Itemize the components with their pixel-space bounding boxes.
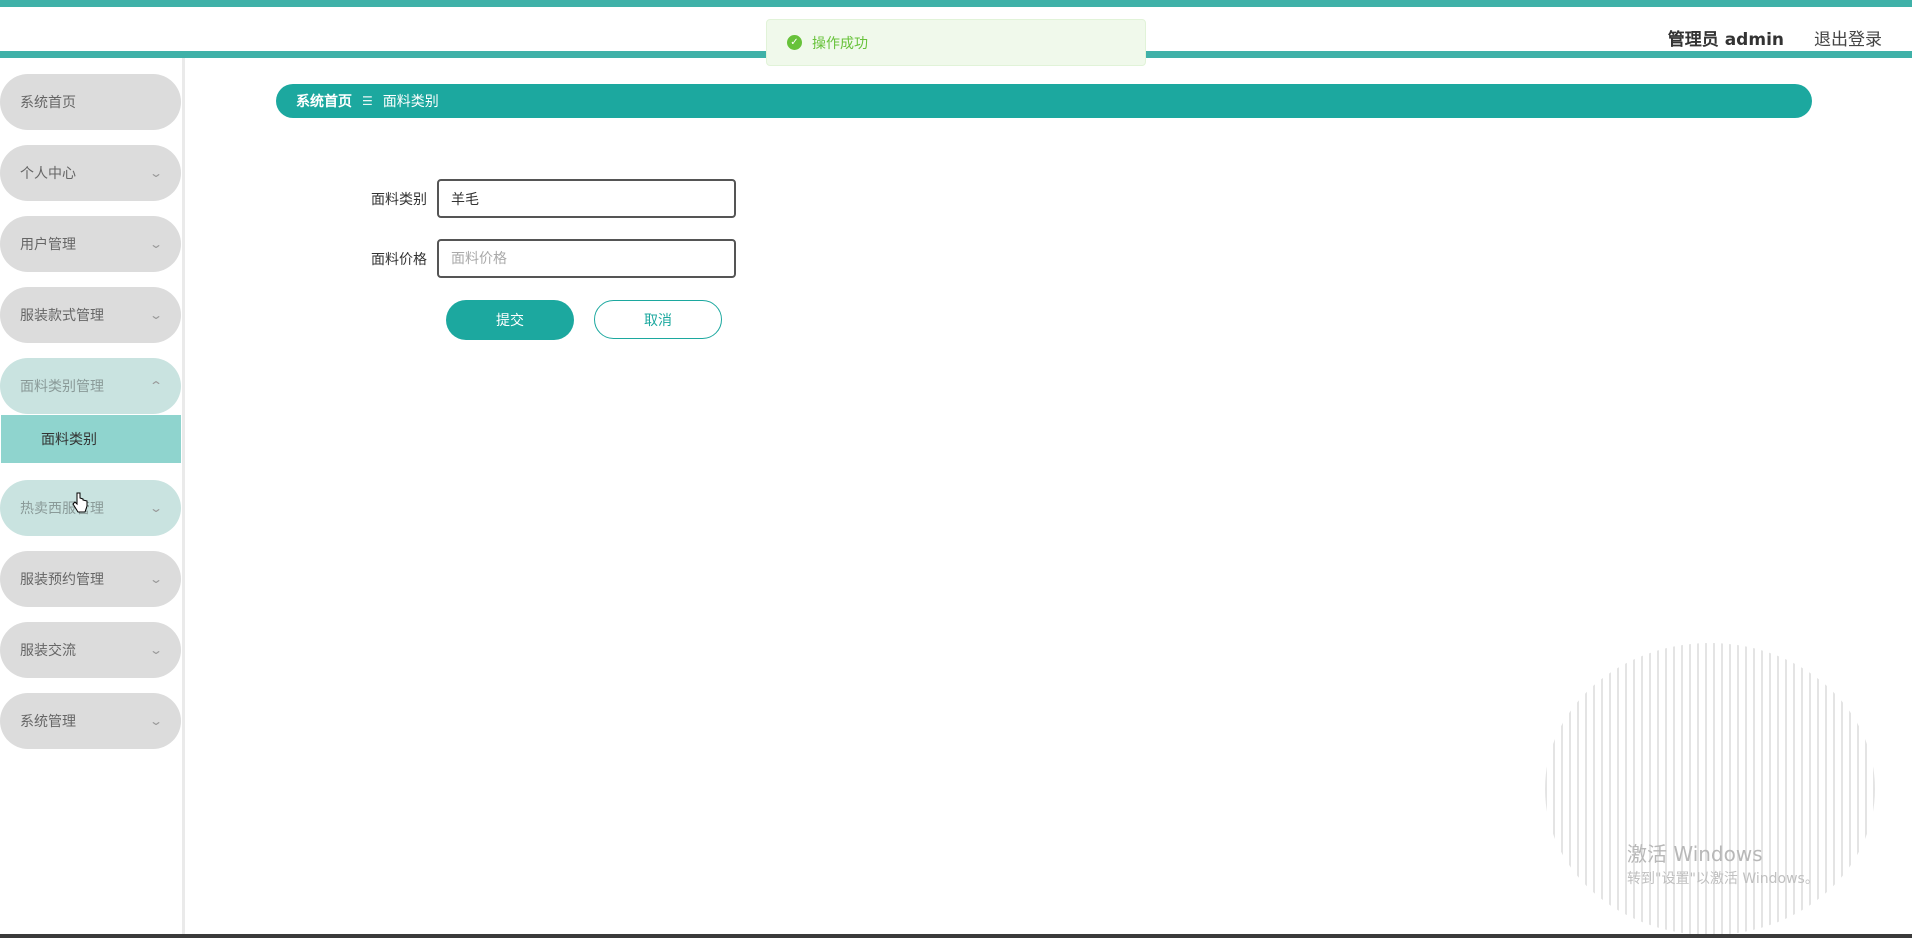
sidebar-item-label: 用户管理 (20, 237, 76, 253)
bottom-border (0, 934, 1912, 938)
menu-lines-icon: ☰ (362, 94, 373, 108)
price-label: 面料价格 (371, 251, 427, 268)
toast-message: 操作成功 (812, 35, 868, 52)
sidebar-item-hot-suits-management[interactable]: 热卖西服管理 ⌄ (0, 480, 181, 536)
chevron-down-icon: ⌄ (148, 166, 164, 180)
submit-button[interactable]: 提交 (446, 300, 574, 340)
breadcrumb: 系统首页 ☰ 面料类别 (276, 84, 1812, 118)
chevron-up-icon: ⌃ (148, 379, 164, 393)
chevron-down-icon: ⌄ (148, 237, 164, 251)
sidebar-item-label: 个人中心 (20, 166, 76, 182)
sidebar-item-label: 系统管理 (20, 714, 76, 730)
sidebar-item-appointment-management[interactable]: 服装预约管理 ⌄ (0, 551, 181, 607)
header-right: 管理员 admin 退出登录 (1668, 25, 1882, 50)
sidebar-item-system-management[interactable]: 系统管理 ⌄ (0, 693, 181, 749)
sidebar-item-personal-center[interactable]: 个人中心 ⌄ (0, 145, 181, 201)
submenu-item-fabric-category[interactable]: 面料类别 (1, 415, 181, 463)
logout-button[interactable]: 退出登录 (1814, 25, 1882, 50)
sidebar-item-label: 系统首页 (20, 95, 76, 111)
windows-activate-subtitle: 转到"设置"以激活 Windows。 (1627, 871, 1819, 887)
sidebar-item-user-management[interactable]: 用户管理 ⌄ (0, 216, 181, 272)
sidebar-item-clothing-exchange[interactable]: 服装交流 ⌄ (0, 622, 181, 678)
form-row-category: 面料类别 (337, 179, 736, 218)
cancel-button[interactable]: 取消 (594, 300, 722, 339)
submenu-item-label: 面料类别 (41, 432, 97, 448)
sidebar: 系统首页 个人中心 ⌄ 用户管理 ⌄ 服装款式管理 ⌄ 面料类别管理 ⌃ 面料类… (0, 58, 185, 938)
windows-watermark-pattern (1545, 643, 1875, 935)
admin-user-label: 管理员 admin (1667, 30, 1784, 50)
sidebar-item-label: 服装交流 (20, 643, 76, 659)
chevron-down-icon: ⌄ (148, 714, 164, 728)
sidebar-item-label: 服装预约管理 (20, 572, 104, 588)
chevron-down-icon: ⌄ (148, 308, 164, 322)
sidebar-item-fabric-category-management[interactable]: 面料类别管理 ⌃ (0, 358, 181, 414)
chevron-down-icon: ⌄ (148, 572, 164, 586)
category-label: 面料类别 (371, 191, 427, 208)
sidebar-item-label: 面料类别管理 (20, 379, 104, 395)
success-toast: ✓ 操作成功 (766, 19, 1146, 66)
windows-activate-title: 激活 Windows (1627, 842, 1763, 866)
check-circle-icon: ✓ (787, 35, 802, 50)
form-row-price: 面料价格 (337, 239, 736, 278)
sidebar-item-home[interactable]: 系统首页 (0, 74, 181, 130)
sidebar-item-label: 热卖西服管理 (20, 501, 104, 517)
breadcrumb-current: 面料类别 (382, 94, 439, 110)
sidebar-item-style-management[interactable]: 服装款式管理 ⌄ (0, 287, 181, 343)
breadcrumb-home[interactable]: 系统首页 (296, 91, 352, 111)
chevron-down-icon: ⌄ (148, 643, 164, 657)
price-input[interactable] (437, 239, 736, 278)
hand-cursor-icon (72, 492, 88, 513)
sidebar-item-label: 服装款式管理 (20, 308, 104, 324)
chevron-down-icon: ⌄ (148, 501, 164, 515)
top-accent-stripe (0, 0, 1912, 7)
category-input[interactable] (437, 179, 736, 218)
